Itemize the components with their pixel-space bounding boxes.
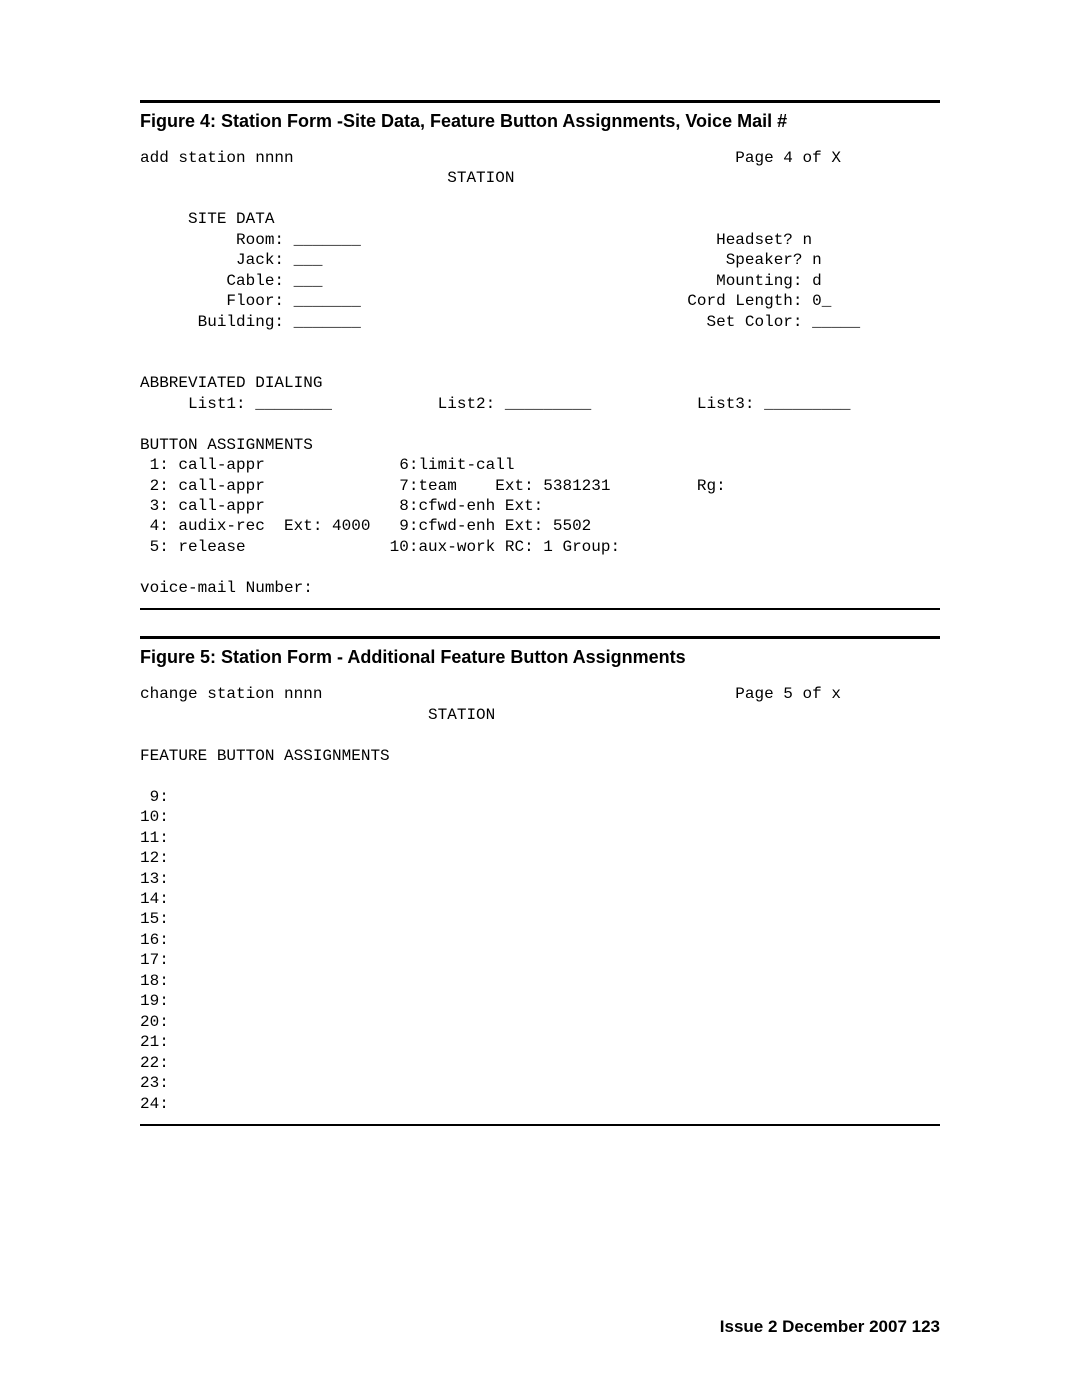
document-page: Figure 4: Station Form -Site Data, Featu… xyxy=(0,0,1080,1397)
figure5-row: 9: xyxy=(140,788,169,806)
figure5-bottom-rule xyxy=(140,1124,940,1126)
figure5-row: 17: xyxy=(140,951,169,969)
figure5-row: 13: xyxy=(140,870,169,888)
figure5-section-header: FEATURE BUTTON ASSIGNMENTS xyxy=(140,747,390,765)
figure4-button-line: 4: audix-rec Ext: 4000 9:cfwd-enh Ext: 5… xyxy=(140,517,591,535)
figure4-title: Figure 4: Station Form -Site Data, Featu… xyxy=(140,103,940,142)
figure4-button-line: 3: call-appr 8:cfwd-enh Ext: xyxy=(140,497,543,515)
figure5-row: 14: xyxy=(140,890,169,908)
figure5-row: 16: xyxy=(140,931,169,949)
figure5-row: 23: xyxy=(140,1074,169,1092)
figure5-row: 18: xyxy=(140,972,169,990)
figure4-button-line: 2: call-appr 7:team Ext: 5381231 Rg: xyxy=(140,477,726,495)
figure4-voicemail-line: voice-mail Number: xyxy=(140,579,313,597)
figure5-row: 22: xyxy=(140,1054,169,1072)
figure4-site-line: Cable: ___ Mounting: d xyxy=(140,272,822,290)
figure4-site-line: Room: _______ Headset? n xyxy=(140,231,812,249)
figure5-row: 10: xyxy=(140,808,169,826)
page-footer: Issue 2 December 2007 123 xyxy=(720,1317,940,1337)
figure4-button-line: 5: release 10:aux-work RC: 1 Group: xyxy=(140,538,620,556)
figure4-site-line: Building: _______ Set Color: _____ xyxy=(140,313,860,331)
figure4-command-line: add station nnnn Page 4 of X xyxy=(140,149,841,167)
figure4-site-line: Jack: ___ Speaker? n xyxy=(140,251,822,269)
figure5-row: 11: xyxy=(140,829,169,847)
figure4-buttons-header: BUTTON ASSIGNMENTS xyxy=(140,436,313,454)
figure5-row: 24: xyxy=(140,1095,169,1113)
figure5-row: 20: xyxy=(140,1013,169,1031)
figure4-site-line: Floor: _______ Cord Length: 0_ xyxy=(140,292,831,310)
figure5-terminal: change station nnnn Page 5 of x STATION … xyxy=(140,678,940,1124)
figure4-abbrev-line: List1: ________ List2: _________ List3: … xyxy=(140,395,851,413)
figure4-abbrev-header: ABBREVIATED DIALING xyxy=(140,374,322,392)
figure4-button-line: 1: call-appr 6:limit-call xyxy=(140,456,514,474)
figure4-terminal: add station nnnn Page 4 of X STATION SIT… xyxy=(140,142,940,608)
figure5-row: 19: xyxy=(140,992,169,1010)
figure5-form-title: STATION xyxy=(140,706,495,724)
figure4-site-data-header: SITE DATA xyxy=(140,210,274,228)
figure4-form-title: STATION xyxy=(140,169,514,187)
figure5-row: 12: xyxy=(140,849,169,867)
figure5-row: 15: xyxy=(140,910,169,928)
figure5-command-line: change station nnnn Page 5 of x xyxy=(140,685,841,703)
figure5-row: 21: xyxy=(140,1033,169,1051)
figure5-title: Figure 5: Station Form - Additional Feat… xyxy=(140,639,940,678)
